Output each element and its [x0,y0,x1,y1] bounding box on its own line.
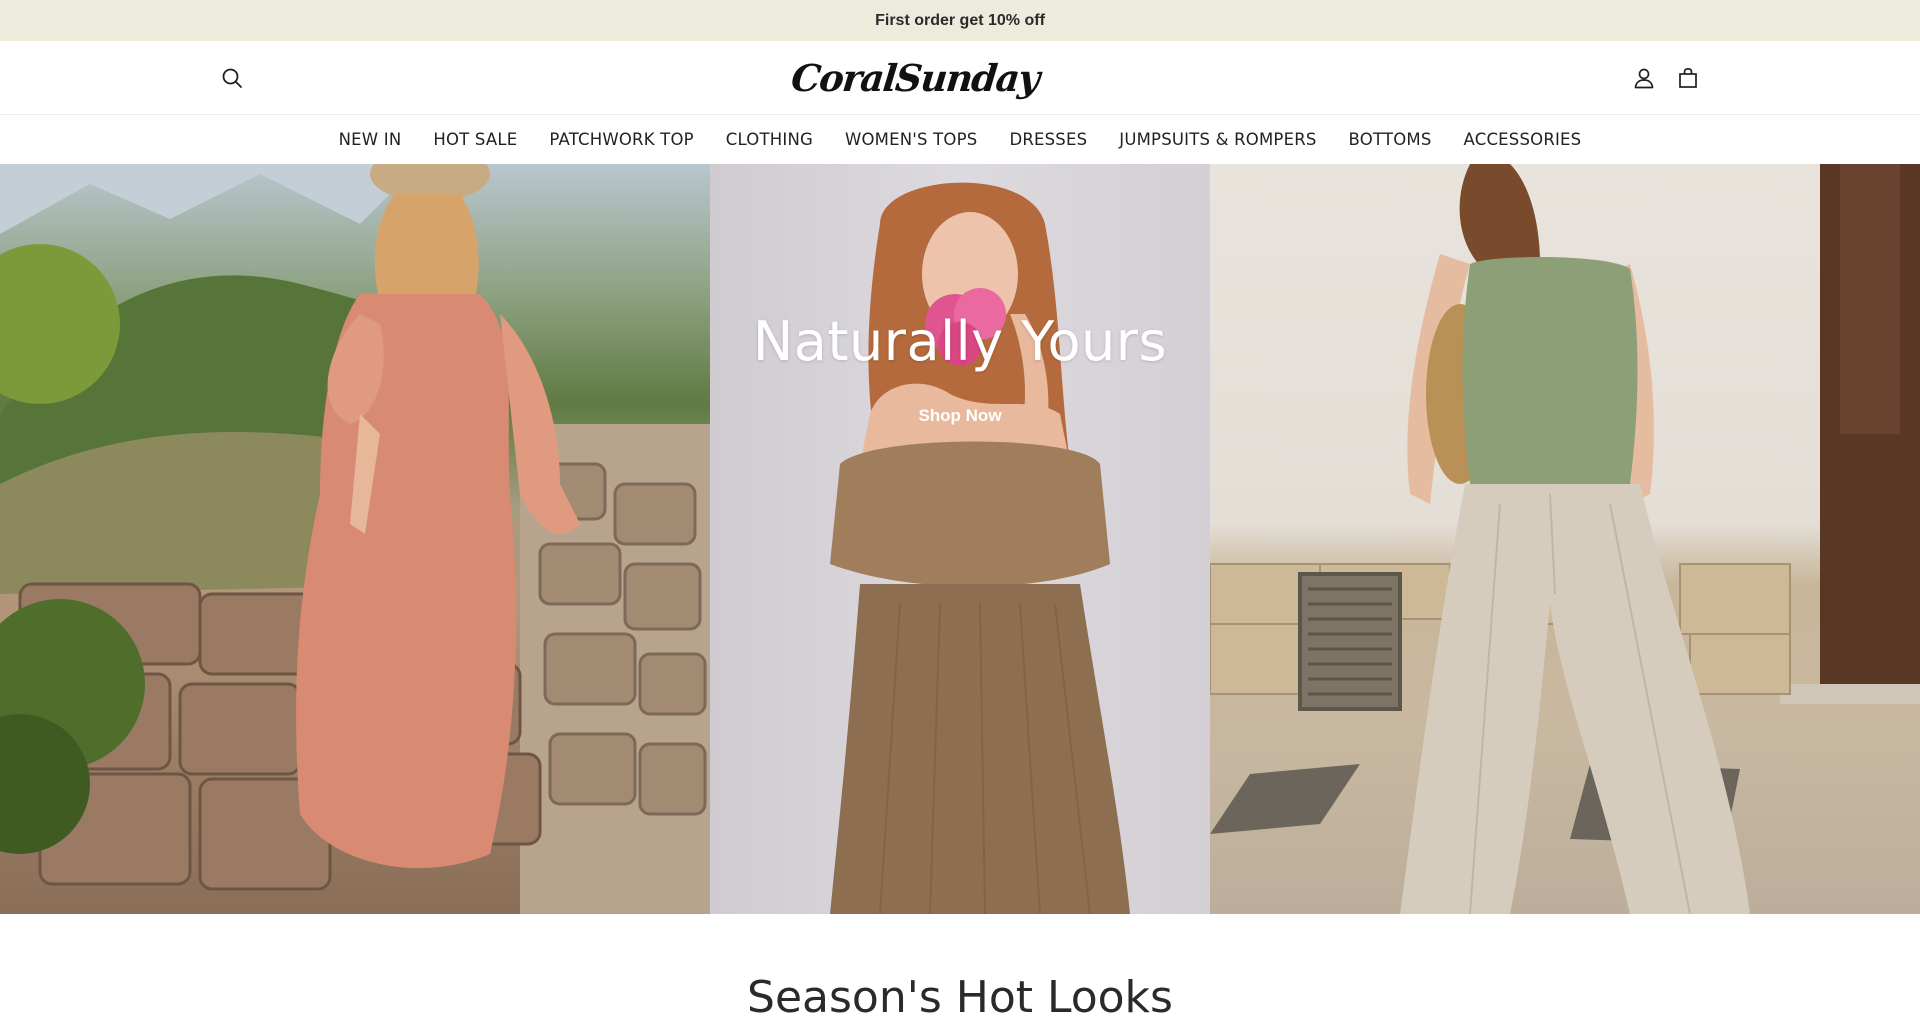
nav-item-clothing[interactable]: CLOTHING [710,130,829,149]
hero-banner[interactable] [0,164,1920,914]
cart-button[interactable] [1672,62,1704,94]
site-header: CoralSunday [0,41,1920,115]
hero-image-center [710,164,1210,914]
logo[interactable]: CoralSunday [789,51,1041,105]
nav-item-womens-tops[interactable]: WOMEN'S TOPS [829,130,993,149]
nav-item-bottoms[interactable]: BOTTOMS [1333,130,1448,149]
account-button[interactable] [1628,62,1660,94]
search-button[interactable] [216,62,248,94]
nav-item-accessories[interactable]: ACCESSORIES [1448,130,1598,149]
main-nav: NEW IN HOT SALE PATCHWORK TOP CLOTHING W… [0,115,1920,164]
nav-item-jumpsuits-rompers[interactable]: JUMPSUITS & ROMPERS [1103,130,1332,149]
bag-icon [1679,67,1697,88]
user-icon [1634,68,1654,89]
hero-title: Naturally Yours [752,310,1168,373]
hero-image-left [0,164,710,914]
nav-item-hot-sale[interactable]: HOT SALE [417,130,533,149]
logo-text: CoralSunday [789,56,1041,100]
section-title: Season's Hot Looks [747,972,1173,1023]
nav-item-patchwork-top[interactable]: PATCHWORK TOP [533,130,709,149]
hero-image-right [1210,164,1920,914]
nav-item-dresses[interactable]: DRESSES [993,130,1103,149]
search-icon [222,68,242,88]
announcement-bar: First order get 10% off [0,0,1920,41]
nav-item-new-in[interactable]: NEW IN [323,130,418,149]
announcement-text: First order get 10% off [875,11,1045,29]
shop-now-button[interactable]: Shop Now [880,398,1040,434]
